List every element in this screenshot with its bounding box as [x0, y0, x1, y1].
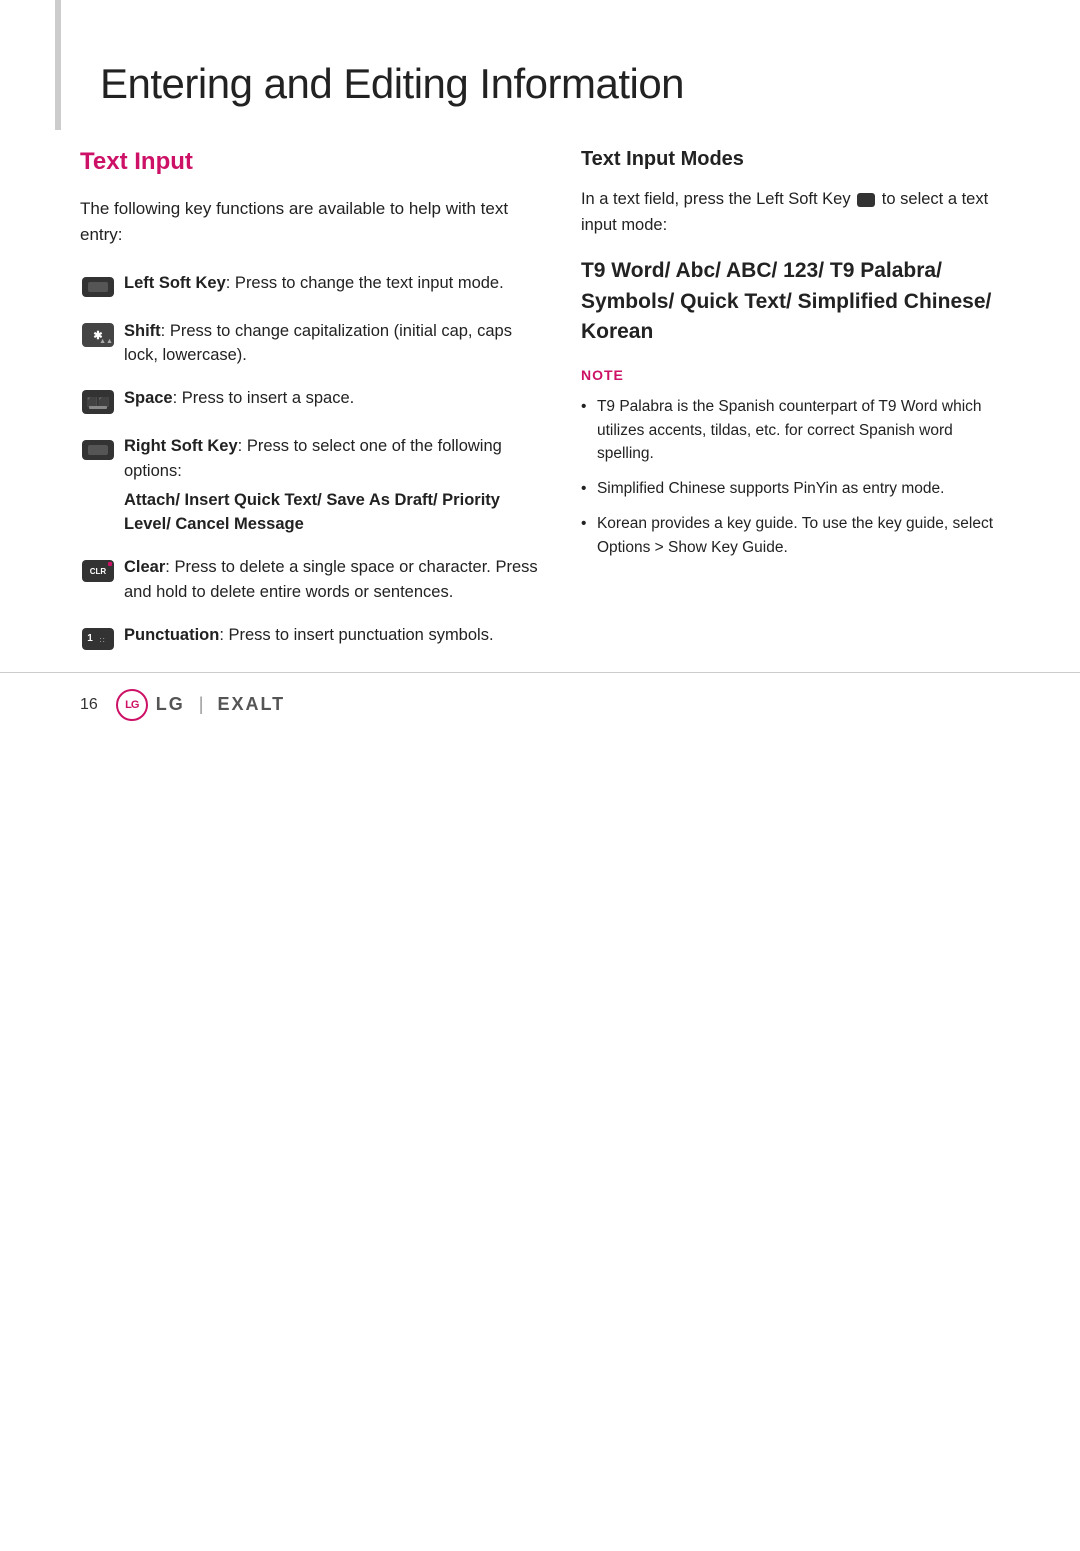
svg-text:⬛⬛: ⬛⬛: [87, 396, 109, 407]
footer-page-number: 16: [80, 696, 98, 714]
note-label: NOTE: [581, 367, 1000, 383]
modes-list-text: T9 Word/ Abc/ ABC/ 123/ T9 Palabra/ Symb…: [581, 256, 1000, 347]
list-item-shift: ✱ ▲▲ Shift: Press to change capitalizati…: [80, 319, 541, 369]
text-input-heading: Text Input: [80, 148, 541, 176]
text-input-modes-heading: Text Input Modes: [581, 148, 1000, 171]
page-title: Entering and Editing Information: [80, 60, 1000, 108]
modes-intro-text1: In a text field, press the Left Soft Key: [581, 190, 851, 208]
lg-logo-text: LG: [125, 699, 138, 711]
page-footer: 16 LG LG | EXALT: [0, 672, 1080, 721]
brand-name: LG: [156, 694, 185, 715]
model-name: EXALT: [217, 694, 285, 715]
space-label: Space: Press to insert a space.: [124, 386, 541, 411]
right-soft-key-icon: [80, 436, 116, 464]
right-soft-key-sublist: Attach/ Insert Quick Text/ Save As Draft…: [124, 488, 541, 538]
list-item-space: ⬛⬛ Space: Press to insert a space.: [80, 386, 541, 416]
shift-bold: Shift: [124, 322, 161, 340]
key-functions-list: Left Soft Key: Press to change the text …: [80, 271, 541, 653]
svg-text:CLR: CLR: [90, 567, 107, 576]
svg-text:∷: ∷: [99, 636, 104, 645]
note-list: T9 Palabra is the Spanish counterpart of…: [581, 395, 1000, 559]
intro-paragraph: The following key functions are availabl…: [80, 196, 541, 249]
space-bold: Space: [124, 389, 173, 407]
shift-label: Shift: Press to change capitalization (i…: [124, 319, 541, 369]
clear-label: Clear: Press to delete a single space or…: [124, 555, 541, 605]
clear-bold: Clear: [124, 558, 165, 576]
punctuation-bold: Punctuation: [124, 626, 219, 644]
svg-text:1: 1: [87, 633, 93, 644]
list-item-clear: CLR Clear: Press to delete a single spac…: [80, 555, 541, 605]
left-soft-key-icon: [80, 273, 116, 301]
note-item-2: Simplified Chinese supports PinYin as en…: [581, 477, 1000, 500]
modes-intro: In a text field, press the Left Soft Key…: [581, 187, 1000, 238]
punctuation-icon: 1 ∷: [80, 625, 116, 653]
left-soft-key-bold: Left Soft Key: [124, 274, 226, 292]
right-column: Text Input Modes In a text field, press …: [581, 148, 1000, 571]
svg-text:▲▲: ▲▲: [99, 338, 113, 345]
inline-soft-key-icon: [857, 193, 875, 207]
right-soft-key-label: Right Soft Key: Press to select one of t…: [124, 434, 541, 537]
list-item-punctuation: 1 ∷ Punctuation: Press to insert punctua…: [80, 623, 541, 653]
clear-icon: CLR: [80, 557, 116, 585]
list-item-right-soft-key: Right Soft Key: Press to select one of t…: [80, 434, 541, 537]
lg-circle-logo: LG: [116, 689, 148, 721]
list-item-left-soft-key: Left Soft Key: Press to change the text …: [80, 271, 541, 301]
left-soft-key-label: Left Soft Key: Press to change the text …: [124, 271, 541, 296]
punctuation-label: Punctuation: Press to insert punctuation…: [124, 623, 541, 648]
right-soft-key-bold: Right Soft Key: [124, 437, 238, 455]
note-section: NOTE T9 Palabra is the Spanish counterpa…: [581, 367, 1000, 559]
page-container: Entering and Editing Information Text In…: [0, 0, 1080, 751]
space-icon: ⬛⬛: [80, 388, 116, 416]
left-column: Text Input The following key functions a…: [80, 148, 541, 671]
shift-icon: ✱ ▲▲: [80, 321, 116, 349]
note-item-1: T9 Palabra is the Spanish counterpart of…: [581, 395, 1000, 465]
footer-separator: |: [199, 694, 204, 715]
footer-logo: LG LG | EXALT: [116, 689, 285, 721]
left-accent-bar: [55, 0, 61, 130]
note-item-3: Korean provides a key guide. To use the …: [581, 512, 1000, 559]
two-column-layout: Text Input The following key functions a…: [80, 148, 1000, 671]
